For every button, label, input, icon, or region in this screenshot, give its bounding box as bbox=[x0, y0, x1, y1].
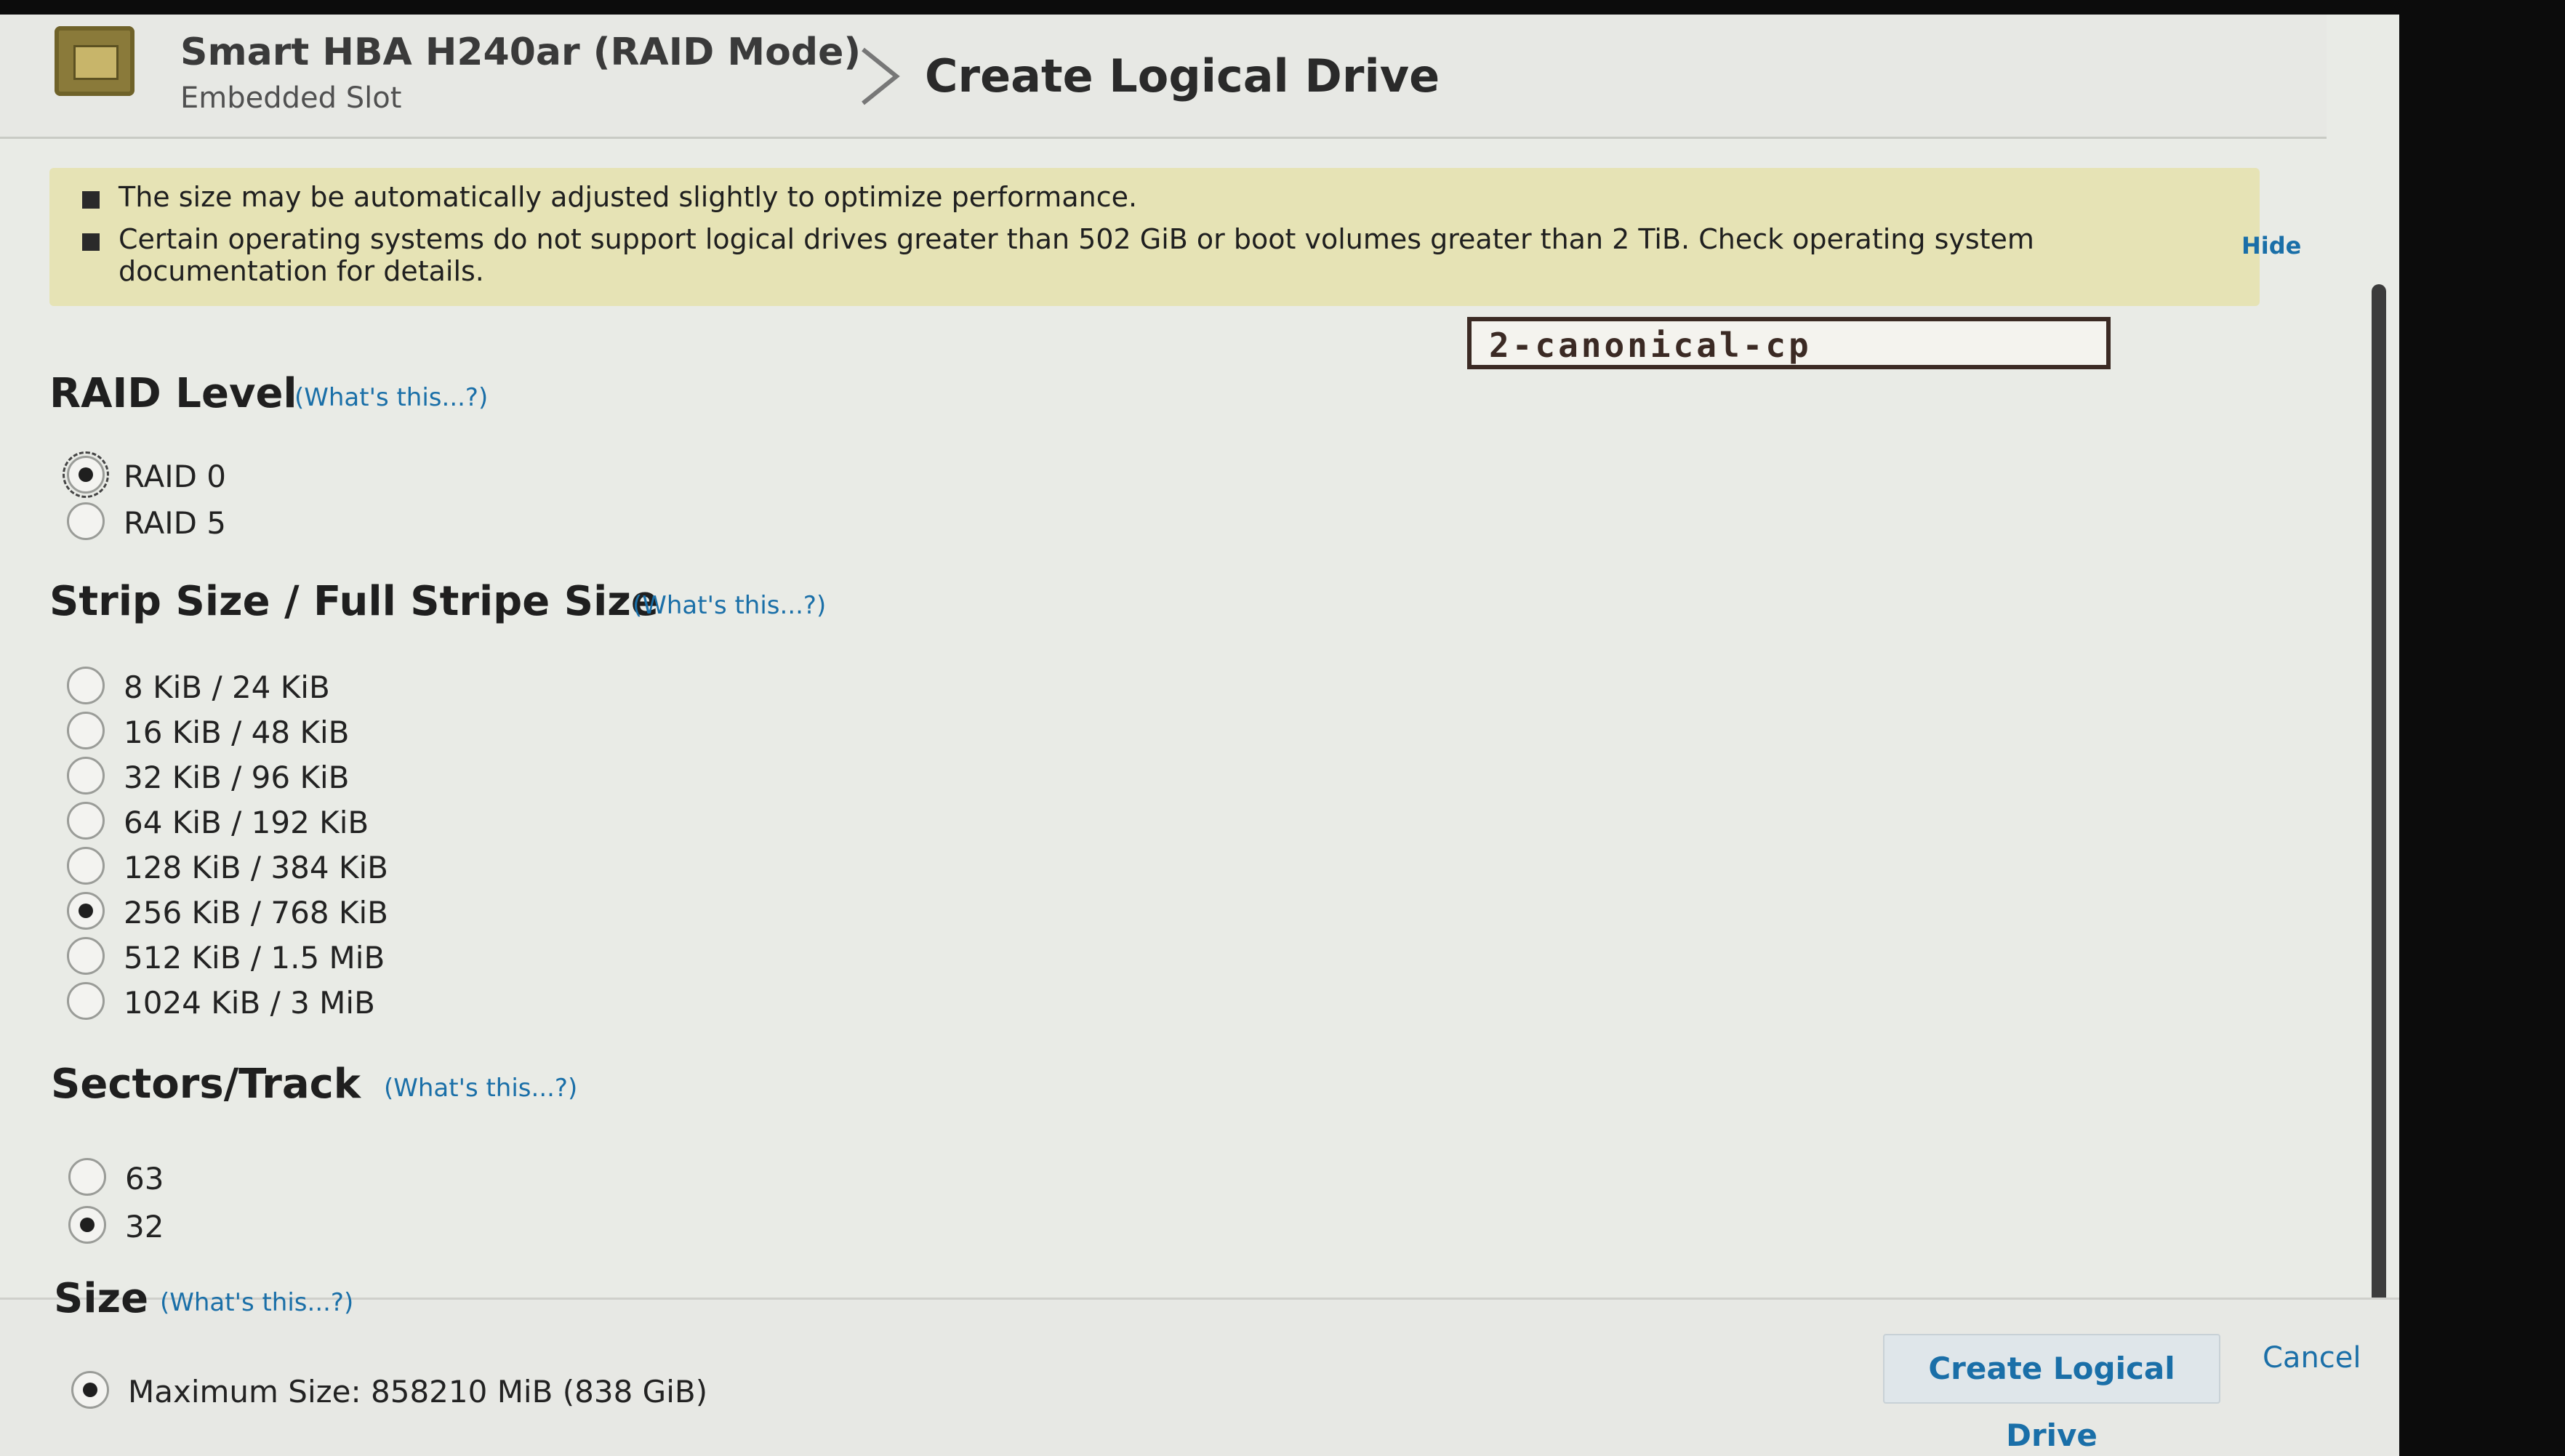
radio-button[interactable] bbox=[63, 451, 109, 498]
radio-button[interactable] bbox=[67, 502, 105, 540]
bullet-icon bbox=[82, 233, 100, 251]
size-help-link[interactable]: (What's this...?) bbox=[160, 1288, 353, 1317]
sectors-track-title: Sectors/Track bbox=[51, 1061, 361, 1108]
radio-button[interactable] bbox=[67, 667, 105, 704]
page-header: Smart HBA H240ar (RAID Mode) Embedded Sl… bbox=[0, 15, 2327, 139]
radio-button[interactable] bbox=[67, 982, 105, 1020]
chevron-right-icon bbox=[862, 47, 900, 105]
info-alert: The size may be automatically adjusted s… bbox=[49, 168, 2301, 306]
radio-button[interactable] bbox=[68, 1206, 106, 1244]
raid-level-help-link[interactable]: (What's this...?) bbox=[294, 383, 488, 412]
raid-controller-icon bbox=[55, 26, 135, 96]
hide-alert-link[interactable]: Hide bbox=[2241, 232, 2301, 260]
bullet-icon bbox=[82, 191, 100, 209]
radio-button[interactable] bbox=[67, 757, 105, 795]
radio-button[interactable] bbox=[68, 1158, 106, 1196]
radio-button[interactable] bbox=[67, 892, 105, 930]
radio-button[interactable] bbox=[67, 847, 105, 885]
radio-button[interactable] bbox=[67, 712, 105, 749]
radio-button[interactable] bbox=[67, 937, 105, 975]
size-title: Size bbox=[54, 1275, 149, 1322]
create-logical-drive-button[interactable]: Create Logical Drive bbox=[1883, 1334, 2220, 1453]
device-title: Smart HBA H240ar (RAID Mode) bbox=[180, 31, 862, 74]
strip-size-help-link[interactable]: (What's this...?) bbox=[633, 591, 826, 620]
vertical-scrollbar[interactable] bbox=[2372, 284, 2386, 1346]
device-slot: Embedded Slot bbox=[180, 81, 402, 115]
main-content: The size may be automatically adjusted s… bbox=[0, 139, 2386, 1357]
label-sticker: 2-canonical-cp bbox=[1467, 317, 2111, 369]
strip-size-title: Strip Size / Full Stripe Size bbox=[49, 578, 659, 625]
page-title: Create Logical Drive bbox=[925, 49, 1440, 102]
radio-button[interactable] bbox=[67, 802, 105, 840]
raid-level-title: RAID Level bbox=[49, 370, 297, 417]
hpe-ssa-window: Smart HBA H240ar (RAID Mode) Embedded Sl… bbox=[0, 15, 2399, 1456]
sectors-track-help-link[interactable]: (What's this...?) bbox=[384, 1074, 577, 1103]
cancel-button[interactable]: Cancel bbox=[2263, 1341, 2361, 1375]
radio-button[interactable] bbox=[71, 1371, 109, 1409]
